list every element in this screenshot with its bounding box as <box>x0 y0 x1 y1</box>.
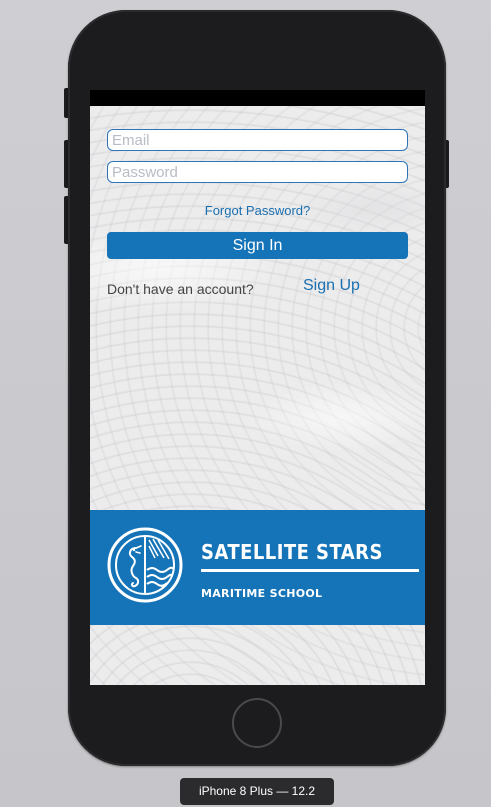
seahorse-waves-emblem-icon <box>107 527 183 603</box>
simulator-desktop: Forgot Password? Sign In Don't have an a… <box>0 0 491 807</box>
email-field[interactable] <box>107 129 408 151</box>
school-banner: SATELLITE STARS MARITIME SCHOOL <box>90 510 425 625</box>
no-account-text: Don't have an account? <box>107 281 254 297</box>
sign-in-button[interactable]: Sign In <box>107 232 408 259</box>
school-name: SATELLITE STARS <box>201 540 383 564</box>
school-subtitle: MARITIME SCHOOL <box>201 587 323 600</box>
brand-divider <box>201 569 419 572</box>
password-field[interactable] <box>107 161 408 183</box>
home-button[interactable] <box>232 698 282 748</box>
status-bar <box>90 90 425 106</box>
forgot-password-link[interactable]: Forgot Password? <box>90 203 425 218</box>
sign-up-link[interactable]: Sign Up <box>303 277 360 295</box>
app-screen: Forgot Password? Sign In Don't have an a… <box>90 90 425 685</box>
simulator-device-label: iPhone 8 Plus — 12.2 <box>180 778 334 805</box>
